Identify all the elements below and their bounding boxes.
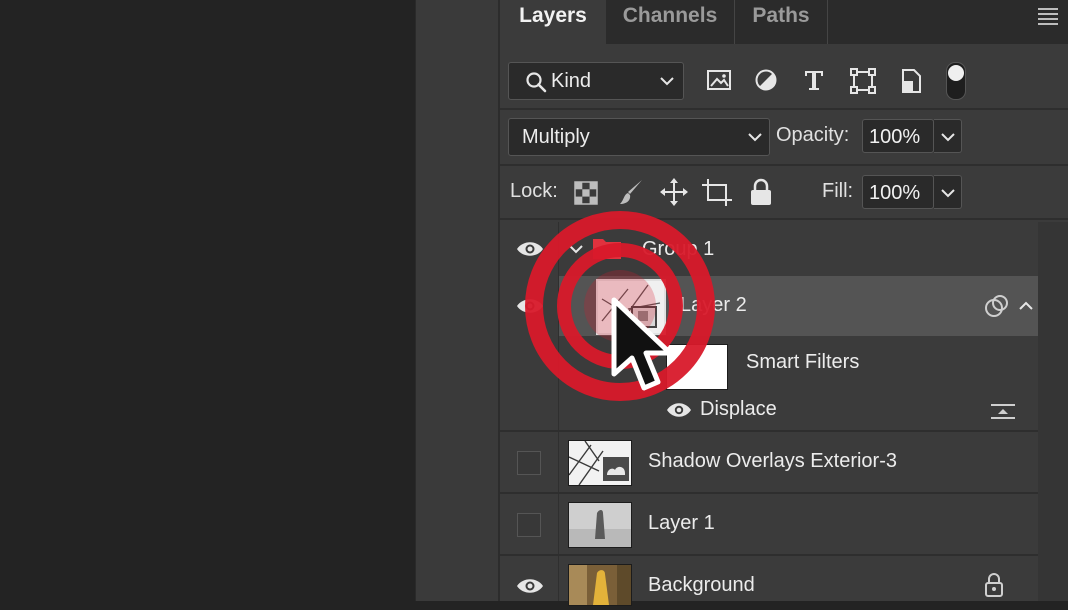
fill-field[interactable]: 100% — [862, 175, 934, 209]
divider — [500, 218, 1068, 220]
chevron-down-icon — [941, 133, 955, 142]
panel-tab-bar: Layers Channels Paths — [500, 0, 1068, 44]
folder-icon — [593, 239, 621, 259]
blend-mode-value: Multiply — [522, 126, 590, 148]
eye-icon[interactable] — [516, 298, 544, 314]
smart-filters-icon[interactable] — [984, 294, 1010, 318]
fill-slider-button[interactable] — [934, 175, 962, 209]
lock-position-icon[interactable] — [660, 178, 688, 206]
lock-label: Lock: — [510, 180, 558, 202]
layer-row-smart-filters[interactable]: Smart Filters Displace — [500, 336, 1038, 430]
fill-label: Fill: — [822, 180, 854, 202]
layer-row-background[interactable]: Background — [500, 556, 1038, 606]
lock-artboard-icon[interactable] — [702, 178, 732, 206]
layer-name[interactable]: Background — [648, 574, 755, 597]
visibility-column — [500, 336, 559, 430]
chevron-down-icon[interactable] — [568, 243, 584, 255]
lock-image-pixels-icon[interactable] — [618, 178, 644, 206]
image-filter-icon[interactable] — [706, 68, 732, 92]
lock-transparent-pixels-icon[interactable] — [574, 181, 598, 205]
visibility-column — [500, 556, 559, 601]
panel-menu-icon[interactable] — [1038, 8, 1058, 25]
lock-all-icon[interactable] — [750, 178, 772, 206]
layer-row-layer-2[interactable]: Layer 2 — [500, 276, 1038, 336]
layer-row-layer-1[interactable]: Layer 1 — [500, 494, 1038, 554]
visibility-column — [500, 276, 559, 336]
layer-name[interactable]: Group 1 — [642, 238, 714, 261]
panel-dock-strip — [415, 0, 499, 601]
layer-name[interactable]: Layer 2 — [680, 294, 747, 317]
visibility-column — [500, 432, 559, 492]
shape-filter-icon[interactable] — [850, 68, 876, 94]
smart-object-filter-icon[interactable] — [900, 68, 922, 94]
tab-paths[interactable]: Paths — [735, 0, 827, 44]
chevron-up-icon[interactable] — [1018, 300, 1034, 312]
type-filter-icon[interactable] — [802, 68, 826, 92]
layer-thumbnail[interactable] — [568, 502, 632, 548]
search-icon — [526, 72, 547, 93]
opacity-label: Opacity: — [776, 124, 850, 146]
tab-channels[interactable]: Channels — [606, 0, 734, 44]
layer-thumbnail[interactable] — [596, 279, 666, 335]
document-canvas — [0, 0, 415, 601]
eye-icon[interactable] — [516, 578, 544, 594]
opacity-field[interactable]: 100% — [862, 119, 934, 153]
tab-layers[interactable]: Layers — [500, 0, 606, 44]
layers-scrollbar[interactable] — [1038, 222, 1068, 601]
divider — [500, 164, 1068, 166]
layer-row-group-1[interactable]: Group 1 — [500, 222, 1038, 276]
tab-divider — [827, 0, 828, 44]
layer-thumbnail[interactable] — [568, 440, 632, 486]
blend-mode-dropdown[interactable]: Multiply — [508, 118, 770, 156]
visibility-column — [500, 494, 559, 554]
visibility-column — [500, 222, 559, 276]
adjustment-filter-icon[interactable] — [754, 68, 778, 92]
layer-row-shadow-overlays[interactable]: Shadow Overlays Exterior-3 — [500, 432, 1038, 492]
eye-icon[interactable] — [516, 241, 544, 257]
smart-filters-label: Smart Filters — [746, 351, 860, 373]
chevron-down-icon — [748, 133, 762, 142]
layer-thumbnail[interactable] — [568, 564, 632, 606]
layer-name[interactable]: Shadow Overlays Exterior-3 — [648, 450, 897, 473]
chevron-down-icon — [660, 77, 674, 86]
visibility-toggle-empty[interactable] — [517, 451, 541, 475]
divider — [500, 108, 1068, 110]
smart-filter-mask-thumbnail[interactable] — [666, 344, 728, 390]
opacity-slider-button[interactable] — [934, 119, 962, 153]
layers-panel: Layers Channels Paths Kind Multiply Opac… — [498, 0, 1068, 606]
eye-icon[interactable] — [666, 402, 692, 418]
filter-kind-label: Kind — [551, 70, 592, 92]
chevron-down-icon — [941, 189, 955, 198]
filter-toggle-switch[interactable] — [946, 62, 966, 100]
visibility-toggle-empty[interactable] — [517, 513, 541, 537]
filter-name[interactable]: Displace — [700, 398, 777, 421]
filter-blending-options-icon[interactable] — [990, 402, 1016, 422]
layer-name[interactable]: Layer 1 — [648, 512, 715, 535]
filter-kind-dropdown[interactable]: Kind — [508, 62, 684, 100]
lock-icon — [985, 573, 1003, 597]
